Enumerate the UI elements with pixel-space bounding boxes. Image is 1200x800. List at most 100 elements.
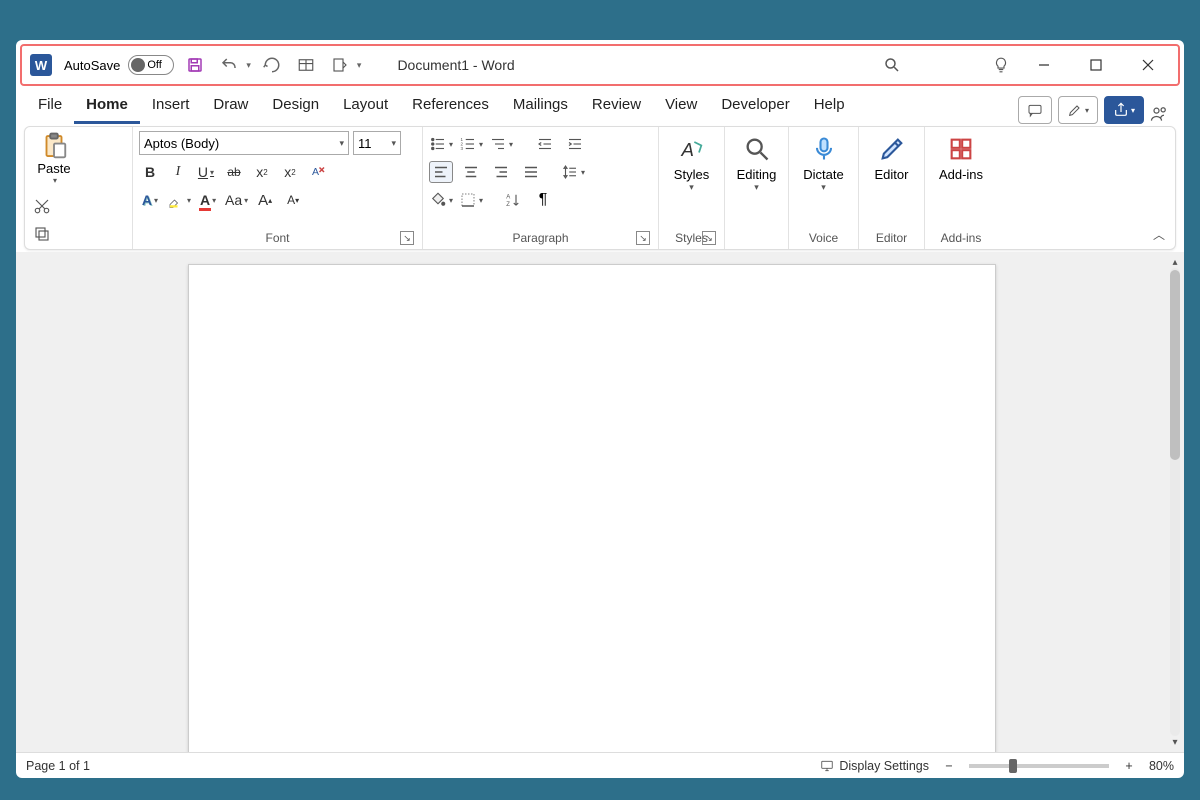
svg-text:3: 3 [460,146,463,151]
editor-button[interactable]: Editor [863,131,921,182]
highlight-button[interactable]: ▾ [167,189,191,211]
group-addins: Add-ins Add-ins [925,127,997,249]
font-launcher[interactable]: ↘ [400,231,414,245]
svg-text:A: A [680,139,693,160]
multilevel-list-button[interactable]: ▾ [489,133,513,155]
line-spacing-button[interactable]: ▾ [561,161,585,183]
tab-design[interactable]: Design [260,90,331,124]
group-editor: Editor Editor [859,127,925,249]
change-case-button[interactable]: Aa▾ [225,189,248,211]
zoom-out-button[interactable]: − [941,759,957,773]
paste-icon[interactable] [39,131,69,161]
addins-button[interactable]: Add-ins [932,131,990,182]
paragraph-launcher[interactable]: ↘ [636,231,650,245]
tab-layout[interactable]: Layout [331,90,400,124]
search-button[interactable] [872,52,912,78]
font-name-combo[interactable]: Aptos (Body)▾ [139,131,349,155]
tab-home[interactable]: Home [74,90,140,124]
lightbulb-icon[interactable] [988,52,1014,78]
close-button[interactable] [1126,50,1170,80]
qat-icon-2[interactable] [327,52,353,78]
copy-button[interactable] [31,223,53,245]
italic-button[interactable]: I [167,161,189,183]
tab-help[interactable]: Help [802,90,857,124]
svg-text:A: A [506,195,510,201]
underline-button[interactable]: U▾ [195,161,217,183]
tab-insert[interactable]: Insert [140,90,202,124]
undo-dropdown[interactable]: ▾ [246,60,251,71]
show-marks-button[interactable]: ¶ [531,189,555,211]
zoom-in-button[interactable]: + [1121,759,1137,773]
text-effects-button[interactable]: A▾ [139,189,161,211]
styles-button[interactable]: A Styles▾ [663,131,721,193]
superscript-button[interactable]: x2 [279,161,301,183]
justify-button[interactable] [519,161,543,183]
tab-review[interactable]: Review [580,90,653,124]
clear-formatting-button[interactable]: A [307,161,329,183]
document-area: ▴ ▾ [16,252,1184,752]
strikethrough-button[interactable]: ab [223,161,245,183]
shrink-font-button[interactable]: A▾ [282,189,304,211]
undo-button[interactable] [216,52,242,78]
tab-draw[interactable]: Draw [201,90,260,124]
bullets-button[interactable]: ▾ [429,133,453,155]
share-button[interactable]: ▾ [1104,96,1144,124]
zoom-slider[interactable] [969,764,1109,768]
subscript-button[interactable]: x2 [251,161,273,183]
vertical-scrollbar[interactable]: ▴ ▾ [1168,256,1182,748]
display-settings-button[interactable]: Display Settings [819,759,929,773]
align-left-button[interactable] [429,161,453,183]
editing-mode-button[interactable]: ▾ [1058,96,1098,124]
styles-group-label: Styles↘ [665,229,718,247]
tab-developer[interactable]: Developer [709,90,801,124]
grow-font-button[interactable]: A▴ [254,189,276,211]
qat-icon-1[interactable] [293,52,319,78]
align-center-button[interactable] [459,161,483,183]
qat-customize[interactable]: ▾ [357,60,362,71]
tab-mailings[interactable]: Mailings [501,90,580,124]
tab-file[interactable]: File [26,90,74,124]
decrease-indent-button[interactable] [533,133,557,155]
page-indicator[interactable]: Page 1 of 1 [26,759,90,773]
toggle-knob-icon [131,58,145,72]
minimize-button[interactable] [1022,50,1066,80]
font-group-label: Font↘ [139,229,416,247]
tab-references[interactable]: References [400,90,501,124]
account-icon[interactable] [1144,104,1174,124]
font-color-button[interactable]: A▾ [197,189,219,211]
zoom-level[interactable]: 80% [1149,759,1174,773]
status-bar: Page 1 of 1 Display Settings − + 80% [16,752,1184,778]
sort-button[interactable]: AZ [501,189,525,211]
scroll-thumb[interactable] [1170,270,1180,460]
collapse-ribbon-button[interactable]: ︿ [1153,226,1165,243]
autosave-state: Off [147,59,161,71]
svg-text:A: A [312,166,319,178]
group-clipboard: Paste ▾ Clipboard↘ [25,127,133,249]
document-page[interactable] [188,264,996,752]
redo-button[interactable] [259,52,285,78]
dictate-button[interactable]: Dictate▾ [795,131,853,193]
tab-view[interactable]: View [653,90,709,124]
group-voice: Dictate▾ Voice [789,127,859,249]
borders-button[interactable]: ▾ [459,189,483,211]
comments-button[interactable] [1018,96,1052,124]
increase-indent-button[interactable] [563,133,587,155]
styles-launcher[interactable]: ↘ [702,231,716,245]
word-app-icon: W [30,54,52,76]
scroll-down-arrow-icon[interactable]: ▾ [1169,736,1181,748]
ribbon: Paste ▾ Clipboard↘ Aptos (Body)▾ 11▾ [24,126,1176,250]
numbering-button[interactable]: 123▾ [459,133,483,155]
document-title: Document1 - Word [397,57,514,73]
autosave-toggle[interactable]: Off [128,55,174,75]
font-size-combo[interactable]: 11▾ [353,131,401,155]
scroll-up-arrow-icon[interactable]: ▴ [1169,256,1181,268]
editing-button[interactable]: Editing▾ [728,131,786,193]
paste-label[interactable]: Paste [37,161,70,176]
save-button[interactable] [182,52,208,78]
shading-button[interactable]: ▾ [429,189,453,211]
cut-button[interactable] [31,195,53,217]
align-right-button[interactable] [489,161,513,183]
word-window: W AutoSave Off ▾ ▾ Document1 - Word [16,40,1184,778]
bold-button[interactable]: B [139,161,161,183]
maximize-button[interactable] [1074,50,1118,80]
